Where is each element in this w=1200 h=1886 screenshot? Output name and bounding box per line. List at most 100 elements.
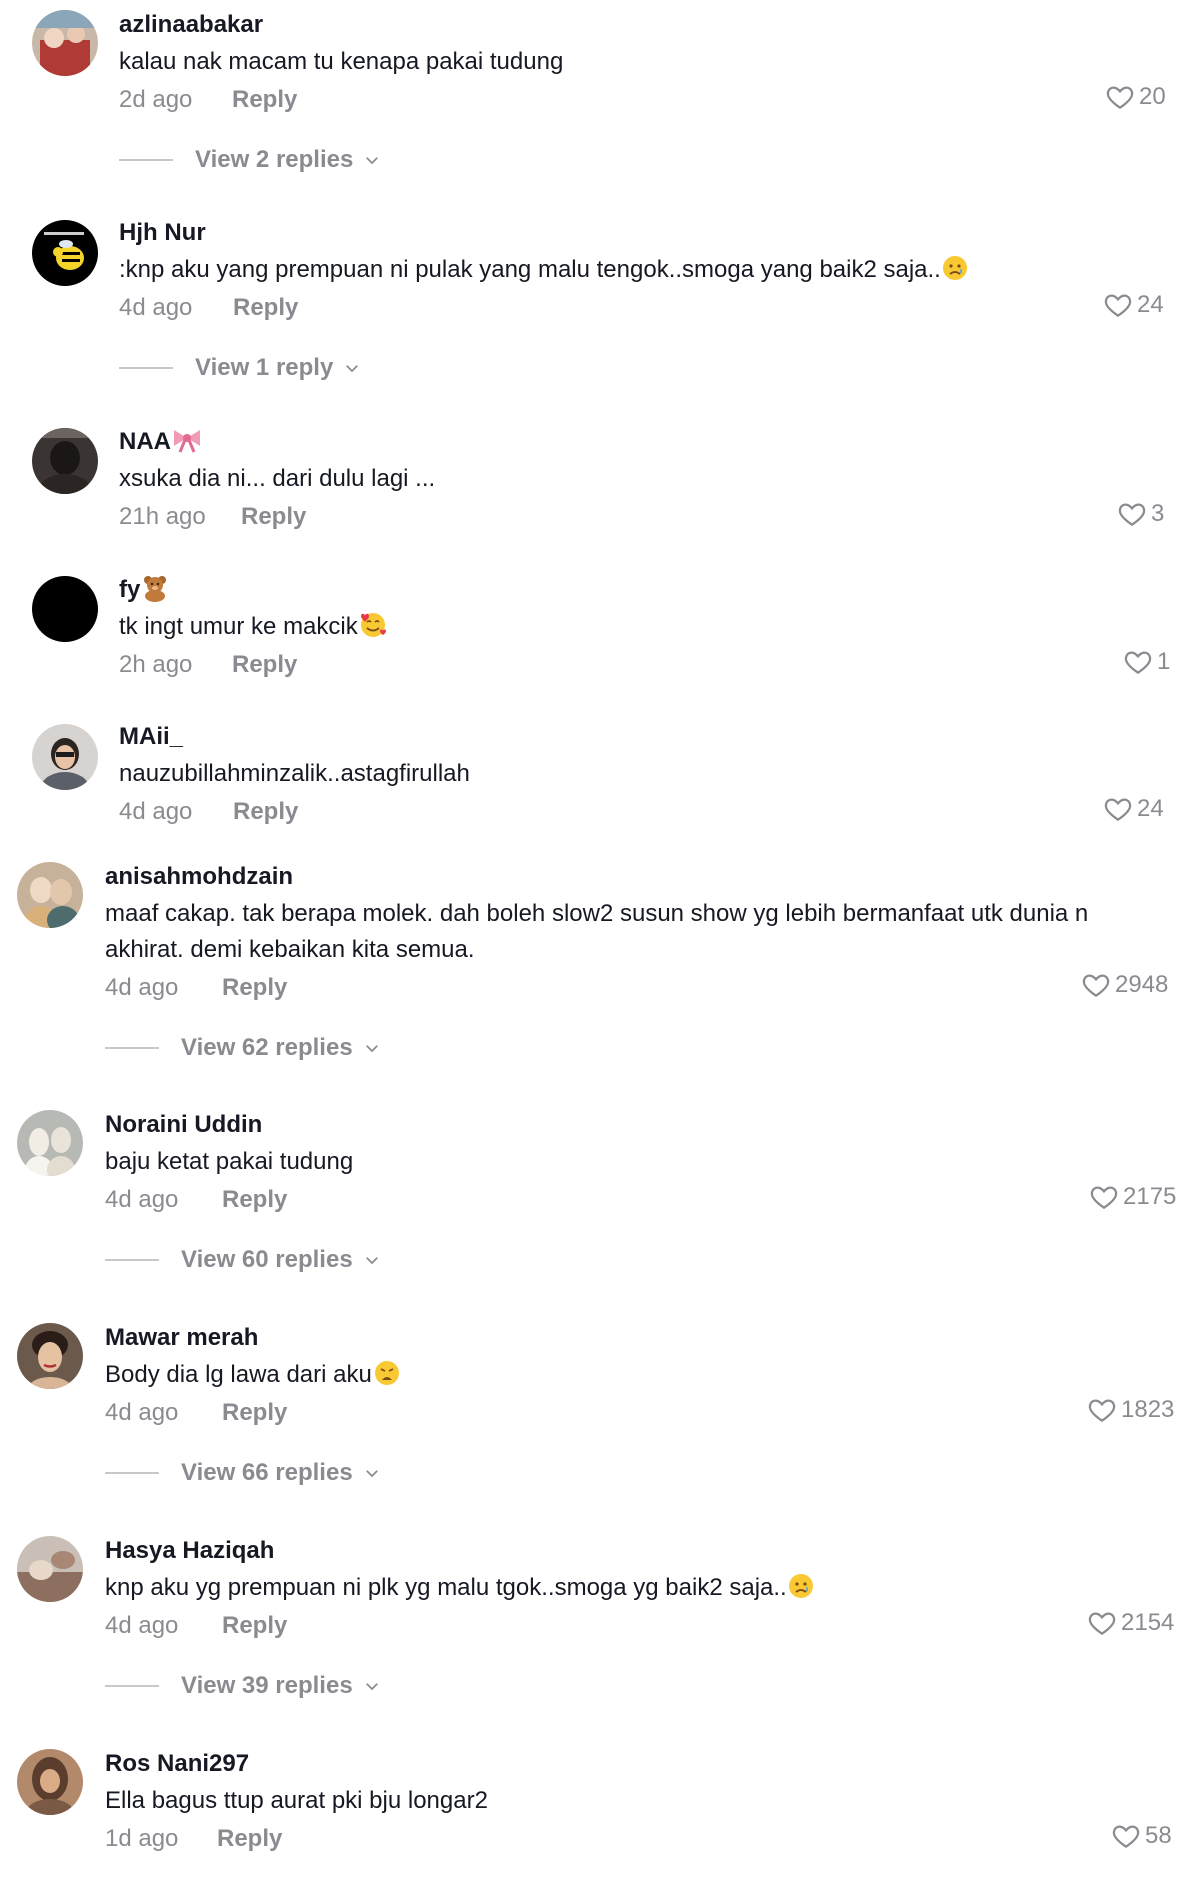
comment-username[interactable]: anisahmohdzain (105, 862, 1200, 892)
chevron-down-icon (366, 157, 379, 165)
comment-timestamp: 4d ago (105, 974, 179, 1001)
comment-text: kalau nak macam tu kenapa pakai tudung (119, 48, 564, 75)
comment-text: baju ketat pakai tudung (105, 1148, 354, 1175)
avatar[interactable] (32, 220, 98, 286)
comment-timestamp: 4d ago (105, 1186, 179, 1213)
like-count: 58 (1145, 1822, 1172, 1849)
like-count: 2154 (1121, 1609, 1175, 1636)
comment-username[interactable]: MAii_ (119, 722, 1200, 752)
divider-line (119, 159, 173, 161)
heart-outline-icon (1118, 503, 1146, 526)
view-replies-label: View 60 replies (181, 1246, 353, 1273)
avatar[interactable] (17, 862, 83, 928)
comment-timestamp: 4d ago (105, 1399, 179, 1426)
crying-face-emoji (788, 1574, 813, 1598)
comment-text: maaf cakap. tak berapa molek. dah boleh … (105, 900, 1089, 963)
avatar[interactable] (17, 1536, 83, 1602)
like-button[interactable]: 1823 (1087, 1395, 1174, 1425)
reply-button[interactable]: Reply (222, 1186, 287, 1214)
heart-outline-icon (1082, 974, 1110, 997)
heart-outline-icon (1124, 651, 1152, 674)
avatar[interactable] (17, 1323, 83, 1389)
comment-username[interactable]: fy (119, 574, 1200, 605)
reply-button[interactable]: Reply (232, 651, 297, 679)
reply-button[interactable]: Reply (217, 1825, 282, 1853)
chevron-down-icon (365, 1683, 378, 1691)
like-button[interactable]: 20 (1105, 82, 1166, 112)
comment-timestamp: 1d ago (105, 1825, 179, 1852)
divider-line (105, 1259, 159, 1261)
like-button[interactable]: 1 (1123, 647, 1170, 677)
avatar[interactable] (32, 576, 98, 642)
chevron-down-icon (346, 365, 359, 373)
like-button[interactable]: 24 (1103, 794, 1164, 824)
view-replies-button[interactable]: View 1 reply (119, 354, 361, 382)
heart-outline-icon (1088, 1612, 1116, 1635)
like-button[interactable]: 2948 (1081, 970, 1168, 1000)
chevron-down-icon (365, 1045, 378, 1053)
heart-outline-icon (1088, 1399, 1116, 1422)
chevron-down-icon (365, 1257, 378, 1265)
like-button[interactable]: 24 (1103, 290, 1164, 320)
avatar[interactable] (32, 724, 98, 790)
comment-text: tk ingt umur ke makcik (119, 609, 1200, 645)
comment-timestamp: 21h ago (119, 503, 206, 530)
comment-text: xsuka dia ni... dari dulu lagi ... (119, 465, 436, 492)
reply-button[interactable]: Reply (222, 974, 287, 1002)
comment-username[interactable]: Hjh Nur (119, 218, 1200, 248)
comment-timestamp: 4d ago (119, 798, 193, 825)
comment-username[interactable]: Noraini Uddin (105, 1110, 1200, 1140)
view-replies-label: View 66 replies (181, 1459, 353, 1486)
avatar[interactable] (17, 1110, 83, 1176)
avatar[interactable] (17, 1749, 83, 1815)
avatar[interactable] (32, 10, 98, 76)
like-button[interactable]: 2175 (1089, 1182, 1176, 1212)
comment-username[interactable]: azlinaabakar (119, 10, 1200, 40)
divider-line (105, 1472, 159, 1474)
view-replies-button[interactable]: View 66 replies (105, 1459, 381, 1487)
view-replies-button[interactable]: View 2 replies (119, 146, 381, 174)
reply-button[interactable]: Reply (241, 503, 306, 531)
reply-button[interactable]: Reply (233, 798, 298, 826)
view-replies-button[interactable]: View 62 replies (105, 1034, 381, 1062)
reply-button[interactable]: Reply (222, 1399, 287, 1427)
avatar[interactable] (32, 428, 98, 494)
comment-text: Ella bagus ttup aurat pki bju longar2 (105, 1787, 488, 1814)
weary-face-emoji (374, 1361, 399, 1385)
like-count: 1 (1157, 648, 1171, 675)
like-count: 1823 (1121, 1396, 1175, 1423)
comment-username-text: NAA (119, 428, 171, 455)
comment-text-content: :knp aku yang prempuan ni pulak yang mal… (119, 256, 941, 283)
comment-username[interactable]: Hasya Haziqah (105, 1536, 1200, 1566)
comment-username[interactable]: NAA (119, 426, 1200, 457)
smiling-face-with-hearts-emoji (360, 613, 386, 637)
comment-username[interactable]: Mawar merah (105, 1323, 1200, 1353)
comment-timestamp: 4d ago (105, 1612, 179, 1639)
view-replies-label: View 2 replies (195, 146, 354, 173)
reply-button[interactable]: Reply (233, 294, 298, 322)
comment-username[interactable]: Ros Nani297 (105, 1749, 1200, 1779)
like-button[interactable]: 58 (1111, 1821, 1172, 1851)
reply-button[interactable]: Reply (222, 1612, 287, 1640)
like-count: 24 (1137, 291, 1164, 318)
comment-username-text: fy (119, 576, 141, 603)
like-count: 2948 (1115, 971, 1169, 998)
divider-line (119, 367, 173, 369)
view-replies-label: View 62 replies (181, 1034, 353, 1061)
view-replies-button[interactable]: View 39 replies (105, 1672, 381, 1700)
comment-text-content: tk ingt umur ke makcik (119, 613, 358, 640)
like-count: 24 (1137, 795, 1164, 822)
like-count: 2175 (1123, 1183, 1177, 1210)
teddy-bear-emoji (144, 576, 167, 602)
comment-text: :knp aku yang prempuan ni pulak yang mal… (119, 252, 1200, 288)
like-button[interactable]: 3 (1117, 499, 1164, 529)
reply-button[interactable]: Reply (232, 86, 297, 114)
view-replies-label: View 1 reply (195, 354, 334, 381)
like-button[interactable]: 2154 (1087, 1608, 1174, 1638)
like-count: 20 (1139, 83, 1166, 110)
heart-outline-icon (1106, 86, 1134, 109)
heart-outline-icon (1112, 1825, 1140, 1848)
comment-timestamp: 2h ago (119, 651, 193, 678)
comment-text-content: knp aku yg prempuan ni plk yg malu tgok.… (105, 1574, 787, 1601)
view-replies-button[interactable]: View 60 replies (105, 1246, 381, 1274)
